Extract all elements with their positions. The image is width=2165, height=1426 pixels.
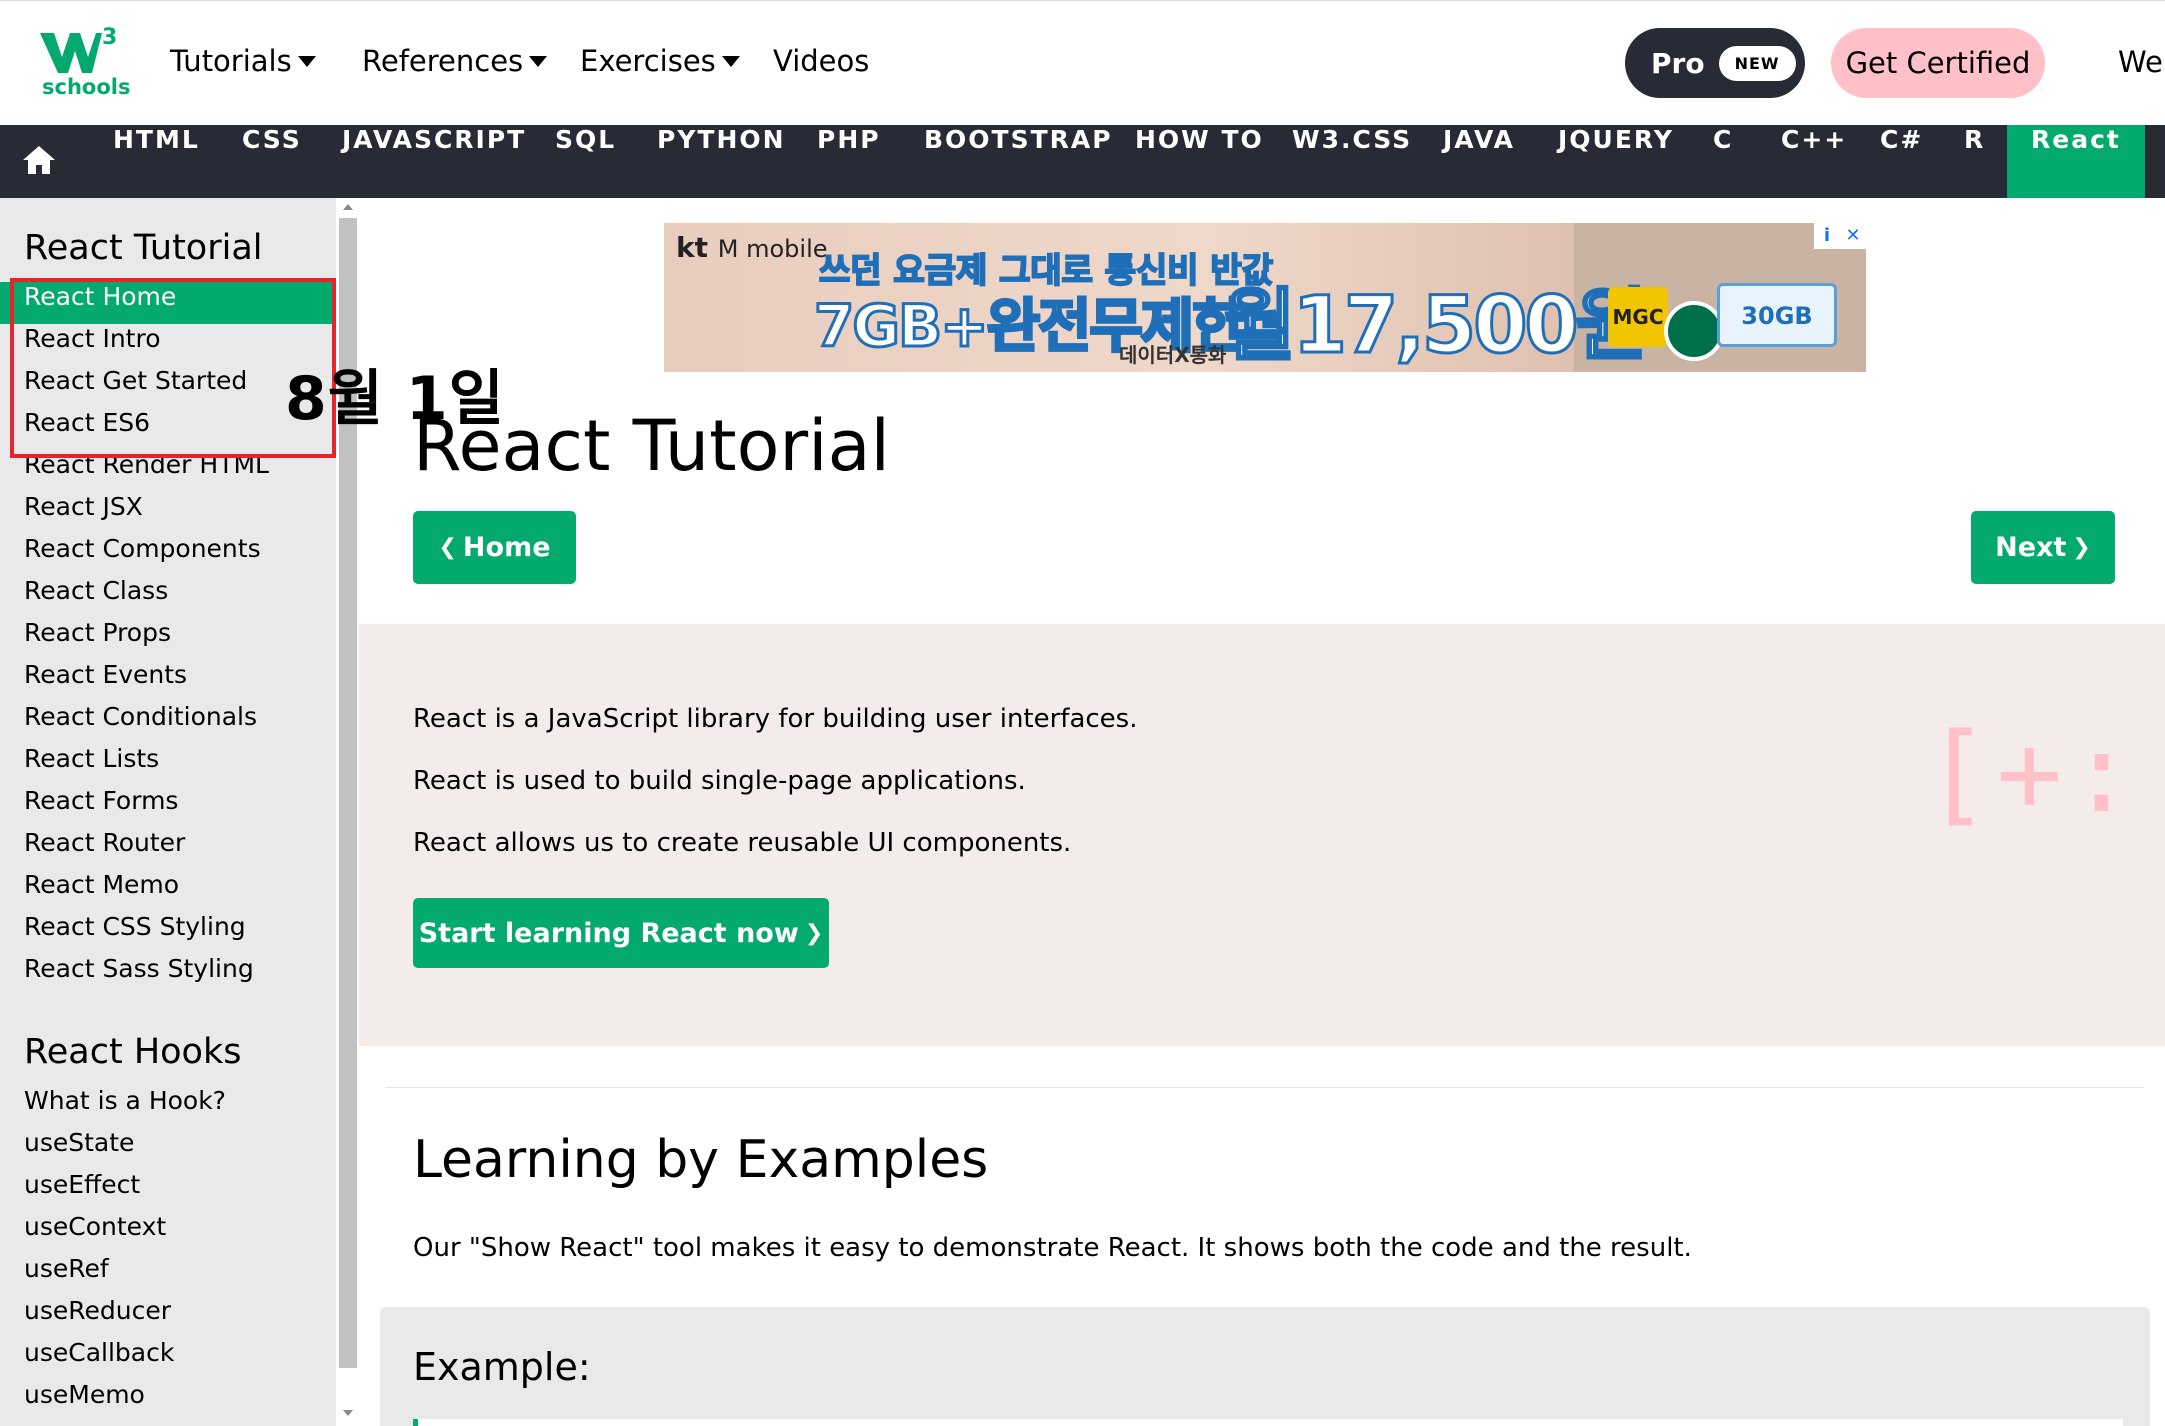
logo-superscript: 3 (102, 25, 118, 50)
subject-navbar: HTML CSS JAVASCRIPT SQL PYTHON PHP BOOTS… (0, 125, 2165, 198)
next-button[interactable]: Next (1971, 511, 2115, 584)
nav-videos[interactable]: Videos (773, 44, 869, 78)
ad-brand: kt M mobile (676, 231, 828, 264)
sidebar-item-react-props[interactable]: React Props (0, 618, 336, 660)
pro-label: Pro (1651, 46, 1705, 80)
ad-choices: i ✕ (1814, 223, 1866, 249)
start-learning-label: Start learning React now (418, 917, 799, 949)
logo-wordmark: schools (42, 75, 131, 99)
ad-banner[interactable]: kt M mobile 쓰던 요금제 그대로 통신비 반값 7GB+완전무제한 … (664, 223, 1866, 372)
sidebar-item-react-jsx[interactable]: React JSX (0, 492, 336, 534)
top-header: 3 schools Tutorials References Exercises… (0, 0, 2165, 125)
sidebar-item-react-memo[interactable]: React Memo (0, 870, 336, 912)
sidebar-item-react-components[interactable]: React Components (0, 534, 336, 576)
start-learning-button[interactable]: Start learning React now (413, 898, 829, 968)
sidebar-heading-react-tutorial: React Tutorial (24, 228, 263, 268)
subject-php[interactable]: PHP (817, 125, 881, 198)
subject-jquery[interactable]: JQUERY (1558, 125, 1674, 198)
sidebar-item-react-events[interactable]: React Events (0, 660, 336, 702)
sidebar-item-react-forms[interactable]: React Forms (0, 786, 336, 828)
ad-info-icon[interactable]: i (1814, 223, 1840, 249)
sidebar-item-react-class[interactable]: React Class (0, 576, 336, 618)
subject-c[interactable]: C (1713, 125, 1733, 198)
ad-mgc-logo: MGC (1608, 287, 1668, 347)
ad-price: 월17,500원 (1223, 280, 1650, 373)
subject-bootstrap[interactable]: BOOTSTRAP (924, 125, 1113, 198)
ad-brand-name: kt (676, 231, 709, 264)
ad-starbucks-logo-icon (1664, 301, 1724, 361)
sidebar-item-usecontext[interactable]: useContext (0, 1212, 336, 1254)
intro-line-3: React allows us to create reusable UI co… (413, 828, 1072, 858)
section-divider (386, 1087, 2144, 1088)
nav-videos-label: Videos (773, 44, 870, 78)
nav-references-label: References (362, 44, 524, 78)
subject-python[interactable]: PYTHON (657, 125, 786, 198)
subject-html[interactable]: HTML (113, 125, 200, 198)
sidebar-item-react-router[interactable]: React Router (0, 828, 336, 870)
subject-w3css[interactable]: W3.CSS (1292, 125, 1412, 198)
caret-down-icon (721, 55, 740, 67)
example-heading: Example: (413, 1345, 591, 1389)
example-box: Example: (380, 1307, 2150, 1426)
ad-close-icon[interactable]: ✕ (1840, 223, 1866, 249)
sidebar-item-useref[interactable]: useRef (0, 1254, 336, 1296)
subject-r[interactable]: R (1964, 125, 1985, 198)
code-decoration: [+: (1924, 709, 2141, 837)
sidebar-item-usestate[interactable]: useState (0, 1128, 336, 1170)
intro-line-2: React is used to build single-page appli… (413, 766, 1026, 796)
sidebar-heading-react-hooks: React Hooks (24, 1032, 242, 1072)
subject-sql[interactable]: SQL (555, 125, 616, 198)
pro-button[interactable]: Pro NEW (1625, 28, 1805, 98)
logo-mark-icon (40, 33, 102, 73)
ad-subtext: 데이터X통화 (1119, 343, 1227, 367)
sidebar-item-useeffect[interactable]: useEffect (0, 1170, 336, 1212)
home-icon[interactable] (22, 145, 56, 175)
subject-java[interactable]: JAVA (1443, 125, 1515, 198)
new-badge: NEW (1718, 45, 1796, 81)
get-certified-button[interactable]: Get Certified (1831, 28, 2045, 98)
subject-csharp[interactable]: C# (1880, 125, 1923, 198)
sidebar-item-usecallback[interactable]: useCallback (0, 1338, 336, 1380)
page-title: React Tutorial (413, 405, 890, 487)
w3schools-logo[interactable]: 3 schools (40, 25, 130, 101)
nav-web-truncated[interactable]: Web (2118, 45, 2165, 79)
next-label: Next (1995, 532, 2067, 563)
example-code-block (413, 1419, 2123, 1426)
home-prev-button[interactable]: Home (413, 511, 576, 584)
sidebar-item-usereducer[interactable]: useReducer (0, 1296, 336, 1338)
subject-react[interactable]: React (2007, 125, 2145, 198)
sidebar-item-usememo[interactable]: useMemo (0, 1380, 336, 1422)
home-prev-label: Home (462, 532, 551, 563)
sidebar-item-react-css-styling[interactable]: React CSS Styling (0, 912, 336, 954)
nav-tutorials-label: Tutorials (170, 44, 292, 78)
nav-tutorials[interactable]: Tutorials (170, 44, 316, 78)
nav-exercises-label: Exercises (580, 44, 716, 78)
ad-brand-sub: M mobile (717, 235, 828, 263)
intro-line-1: React is a JavaScript library for buildi… (413, 704, 1138, 734)
section-paragraph: Our "Show React" tool makes it easy to d… (413, 1233, 1692, 1263)
subject-how-to[interactable]: HOW TO (1135, 125, 1264, 198)
sidebar-item-react-sass-styling[interactable]: React Sass Styling (0, 954, 336, 996)
nav-exercises[interactable]: Exercises (580, 44, 740, 78)
nav-references[interactable]: References (362, 44, 548, 78)
section-heading: Learning by Examples (413, 1130, 989, 1190)
subject-javascript[interactable]: JAVASCRIPT (342, 125, 526, 198)
subject-css[interactable]: CSS (242, 125, 302, 198)
ad-coupon: 30GB (1717, 283, 1837, 347)
intro-panel: React is a JavaScript library for buildi… (359, 624, 2165, 1046)
subject-cpp[interactable]: C++ (1781, 125, 1847, 198)
sidebar-item-react-lists[interactable]: React Lists (0, 744, 336, 786)
sidebar-item-react-conditionals[interactable]: React Conditionals (0, 702, 336, 744)
scroll-down-icon[interactable] (343, 1410, 353, 1416)
caret-down-icon (297, 55, 316, 67)
sidebar-item-what-is-a-hook[interactable]: What is a Hook? (0, 1086, 336, 1128)
scroll-up-icon[interactable] (343, 204, 353, 210)
caret-down-icon (529, 55, 548, 67)
